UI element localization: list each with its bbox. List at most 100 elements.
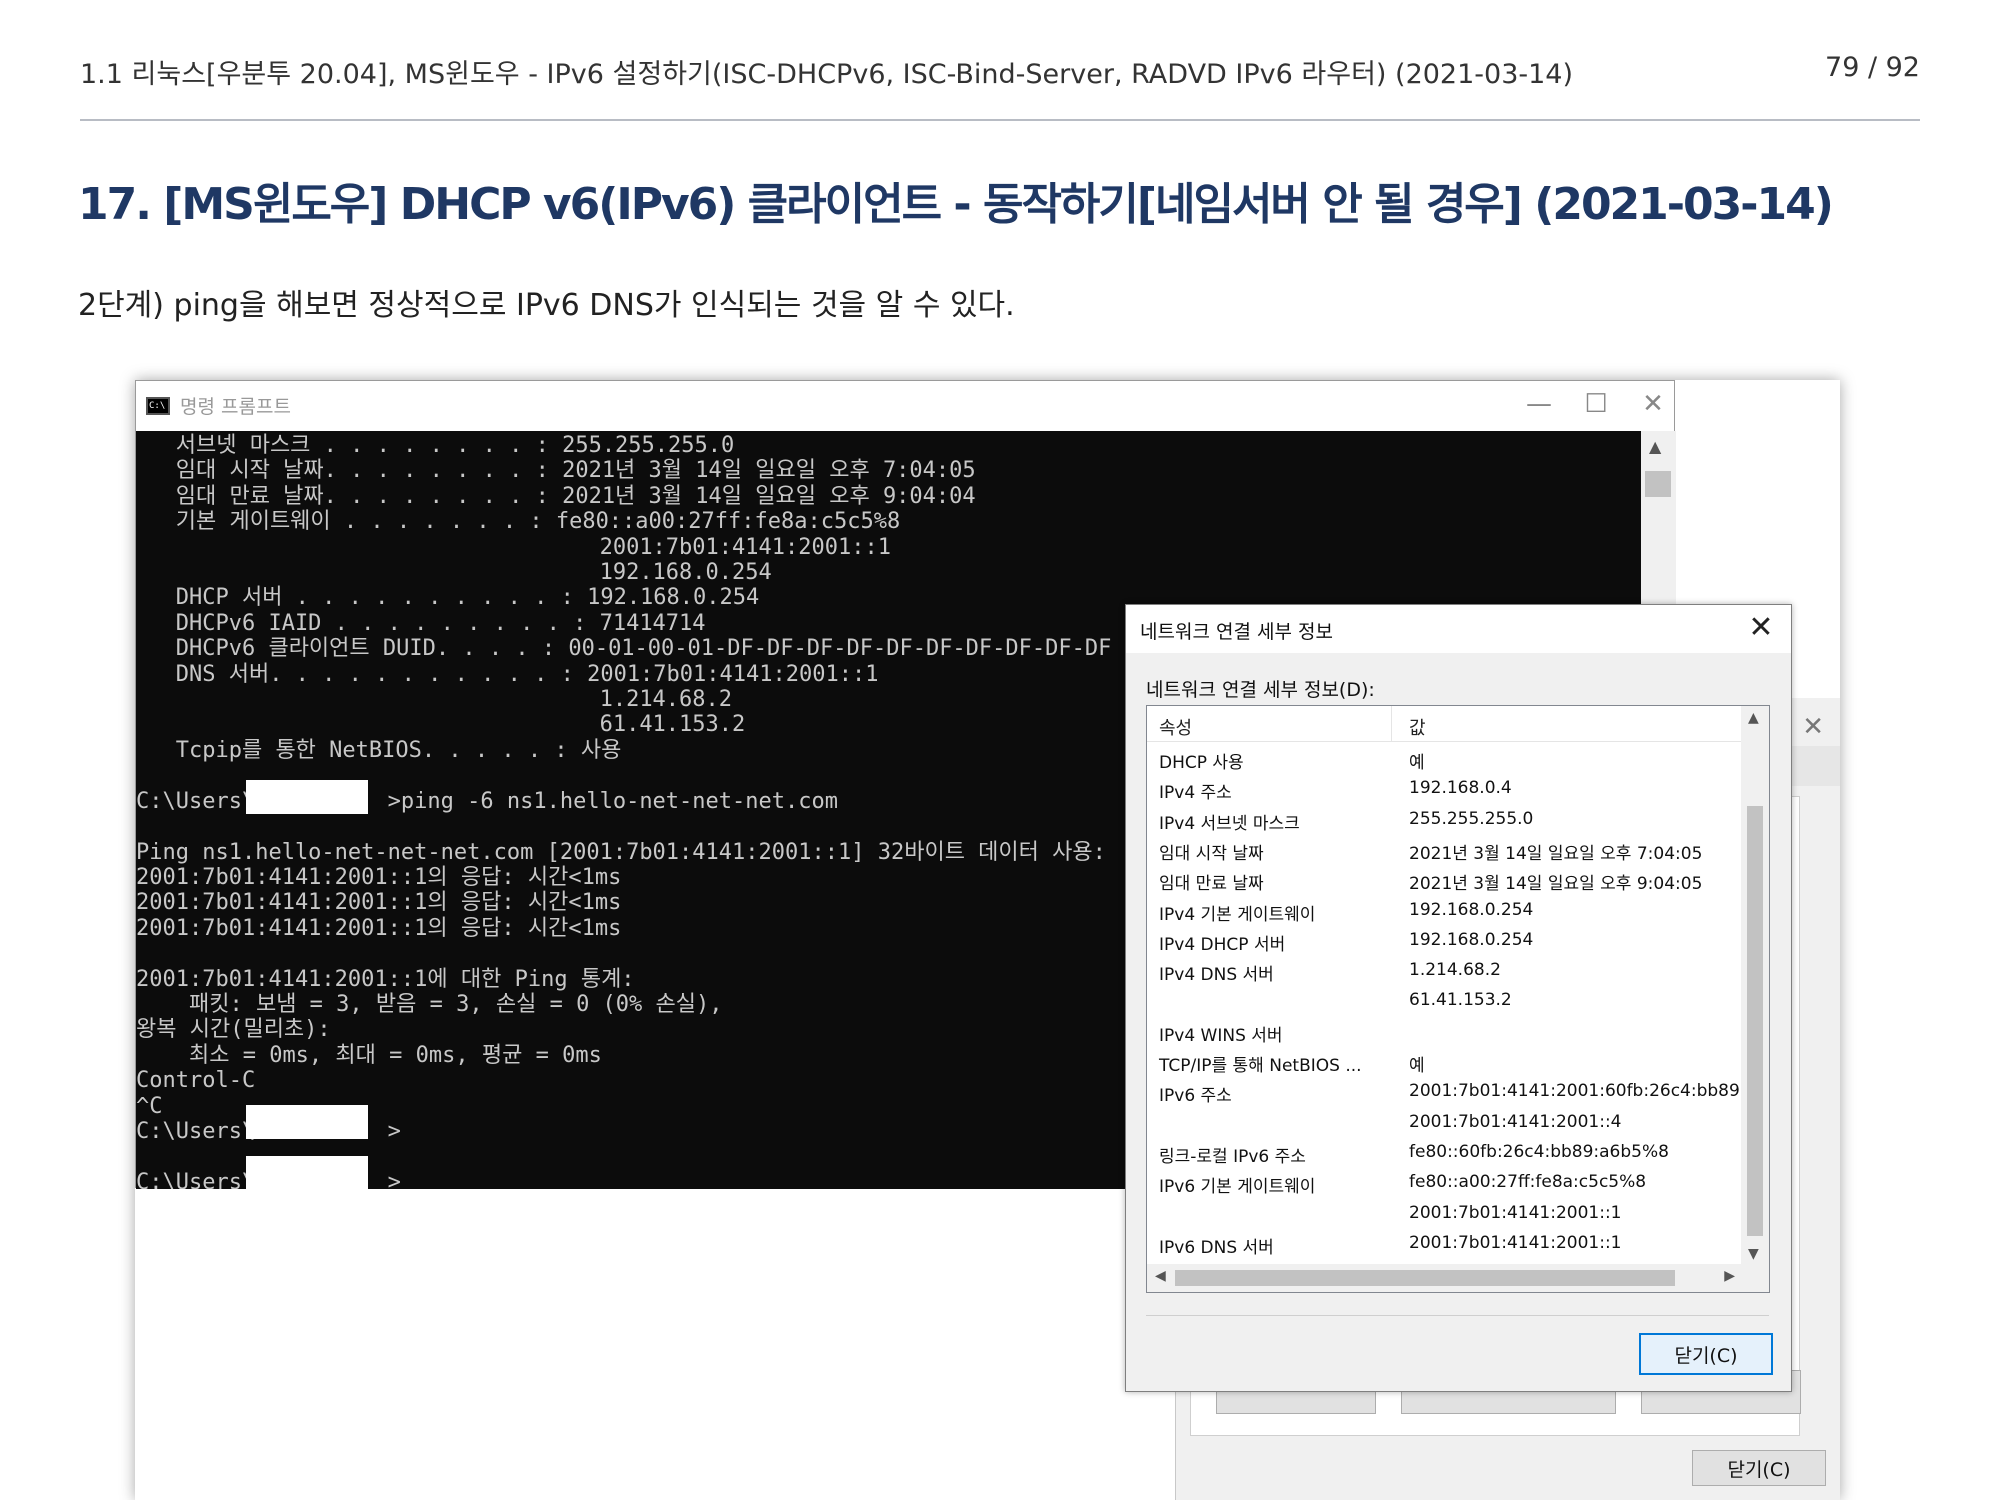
list-item[interactable]: IPv4 WINS 서버 (1147, 1017, 1742, 1047)
property-cell: IPv4 DHCP 서버 (1159, 934, 1286, 955)
console-line: 61.41.153.2 (136, 712, 746, 738)
list-item[interactable]: IPv4 서브넷 마스크 255.255.255.0 (1147, 805, 1742, 835)
vertical-scrollbar[interactable]: ▲ ▼ (1741, 706, 1769, 1266)
value-cell: 2001:7b01:4141:2001::4 (1409, 1111, 1622, 1132)
scroll-right-icon[interactable]: ▶ (1724, 1268, 1735, 1284)
console-line: 임대 만료 날짜. . . . . . . . : 2021년 3월 14일 일… (136, 483, 976, 509)
redacted-username (246, 1105, 368, 1139)
console-line: 패킷: 보냄 = 3, 받음 = 3, 손실 = 0 (0% 손실), (136, 991, 723, 1017)
scroll-thumb[interactable] (1175, 1270, 1675, 1286)
close-button[interactable]: 닫기(C) (1639, 1333, 1773, 1375)
console-line: 2001:7b01:4141:2001::1의 응답: 시간<1ms (136, 864, 622, 890)
close-icon[interactable]: ✕ (1633, 389, 1673, 419)
list-item[interactable]: TCP/IP를 통해 NetBIOS ... 예 (1147, 1047, 1742, 1077)
details-list[interactable]: 속성 값 DHCP 사용 예 IPv4 주소 192.168.0.4 IPv4 서브넷 … (1146, 705, 1770, 1293)
property-cell: IPv4 WINS 서버 (1159, 1025, 1283, 1046)
console-line: 1.214.68.2 (136, 687, 733, 713)
value-cell: 192.168.0.4 (1409, 778, 1512, 799)
network-details-dialog: 네트워크 연결 세부 정보 ✕ 네트워크 연결 세부 정보(D): 속성 값 D… (1125, 604, 1792, 1392)
console-line: 최소 = 0ms, 최대 = 0ms, 평균 = 0ms (136, 1042, 602, 1068)
list-item[interactable]: DHCP 사용 예 (1147, 744, 1742, 774)
details-list-label: 네트워크 연결 세부 정보(D): (1146, 679, 1375, 701)
console-line: 서브넷 마스크 . . . . . . . . : 255.255.255.0 (136, 433, 735, 458)
scroll-up-icon[interactable]: ▲ (1649, 437, 1661, 456)
property-cell: IPv4 서브넷 마스크 (1159, 813, 1300, 834)
property-cell: IPv6 기본 게이트웨이 (1159, 1177, 1316, 1198)
property-cell: 링크-로컬 IPv6 주소 (1159, 1146, 1306, 1167)
redacted-username (246, 780, 368, 814)
list-item[interactable]: 2001:7b01:4141:2001::1 (1147, 1199, 1742, 1229)
running-header: 1.1 리눅스[우분투 20.04], MS윈도우 - IPv6 설정하기(IS… (80, 59, 1574, 90)
screenshot-figure: ✕ 닫기(C) C:\ 명령 프롬프트 — ☐ ✕ 서브넷 마스크 . . . … (135, 380, 1840, 1500)
console-line: 2001:7b01:4141:2001::1 (136, 534, 891, 560)
console-line: Ping ns1.hello-net-net-net.com [2001:7b0… (136, 839, 1106, 865)
value-cell: 255.255.255.0 (1409, 808, 1534, 829)
scroll-left-icon[interactable]: ◀ (1155, 1268, 1166, 1284)
list-item[interactable]: 임대 만료 날짜 2021년 3월 14일 일요일 오후 9:04:05 (1147, 865, 1742, 895)
property-cell: IPv4 DNS 서버 (1159, 965, 1274, 986)
list-item[interactable]: 61.41.153.2 (1147, 986, 1742, 1016)
console-line: 2001:7b01:4141:2001::1의 응답: 시간<1ms (136, 915, 622, 941)
list-item[interactable]: 2001:7b01:4141:2001::4 (1147, 1108, 1742, 1138)
list-item[interactable]: IPv6 기본 게이트웨이 fe80::a00:27ff:fe8a:c5c5%8 (1147, 1168, 1742, 1198)
console-line: Tcpip를 통한 NetBIOS. . . . . : 사용 (136, 737, 622, 763)
value-cell: 1.214.68.2 (1409, 960, 1501, 981)
list-item[interactable]: IPv6 주소 2001:7b01:4141:2001:60fb:26c4:bb8… (1147, 1077, 1746, 1107)
list-item[interactable]: IPv6 DNS 서버 2001:7b01:4141:2001::1 (1147, 1229, 1742, 1259)
background-close-button[interactable]: 닫기(C) (1692, 1450, 1826, 1486)
list-item[interactable]: IPv4 기본 게이트웨이 192.168.0.254 (1147, 896, 1742, 926)
value-cell: 192.168.0.254 (1409, 899, 1534, 920)
close-icon[interactable]: ✕ (1802, 712, 1824, 742)
value-cell: 예 (1409, 1056, 1425, 1076)
property-cell: IPv6 주소 (1159, 1086, 1232, 1107)
cmd-window-title: 명령 프롬프트 (180, 396, 291, 418)
minimize-icon[interactable]: — (1519, 389, 1559, 419)
console-line: 2001:7b01:4141:2001::1에 대한 Ping 통계: (136, 966, 635, 992)
property-cell: TCP/IP를 통해 NetBIOS ... (1159, 1056, 1362, 1076)
scroll-down-icon[interactable]: ▼ (1748, 1246, 1759, 1262)
header-divider (80, 119, 1920, 121)
value-cell: 192.168.0.254 (1409, 929, 1534, 950)
scroll-up-icon[interactable]: ▲ (1748, 710, 1759, 726)
list-item[interactable]: IPv4 주소 192.168.0.4 (1147, 774, 1742, 804)
value-cell: 2001:7b01:4141:2001::1 (1409, 1202, 1622, 1223)
cmd-titlebar[interactable]: C:\ 명령 프롬프트 — ☐ ✕ (136, 381, 1674, 431)
dialog-titlebar[interactable]: 네트워크 연결 세부 정보 ✕ (1126, 605, 1791, 653)
value-cell: fe80::a00:27ff:fe8a:c5c5%8 (1409, 1172, 1647, 1193)
value-cell: 2021년 3월 14일 일요일 오후 9:04:05 (1409, 874, 1703, 895)
horizontal-scrollbar[interactable]: ◀ ▶ (1147, 1264, 1769, 1292)
property-cell: IPv6 DNS 서버 (1159, 1237, 1274, 1258)
value-cell: fe80::60fb:26c4:bb89:a6b5%8 (1409, 1141, 1669, 1162)
value-cell: 2001:7b01:4141:2001::1 (1409, 1232, 1622, 1253)
close-icon[interactable]: ✕ (1743, 610, 1779, 645)
console-line: 임대 시작 날짜. . . . . . . . : 2021년 3월 14일 일… (136, 458, 976, 484)
column-divider[interactable] (1391, 706, 1392, 742)
scroll-thumb[interactable] (1645, 471, 1671, 497)
column-header-value[interactable]: 값 (1409, 714, 1426, 740)
value-cell: 2001:7b01:4141:2001:60fb:26c4:bb89: (1409, 1081, 1746, 1102)
list-item[interactable]: IPv4 DNS 서버 1.214.68.2 (1147, 956, 1742, 986)
console-line: DHCP 서버 . . . . . . . . . . : 192.168.0.… (136, 585, 760, 611)
property-cell: IPv4 주소 (1159, 783, 1232, 804)
property-cell: 임대 시작 날짜 (1159, 843, 1264, 864)
column-header-property[interactable]: 속성 (1159, 714, 1192, 740)
list-header: 속성 값 (1147, 706, 1742, 742)
console-line: 2001:7b01:4141:2001::1의 응답: 시간<1ms (136, 890, 622, 916)
redacted-username (246, 1156, 368, 1189)
console-line: 기본 게이트웨이 . . . . . . . : fe80::a00:27ff:… (136, 509, 901, 535)
page-number: 79 / 92 (1825, 52, 1920, 83)
value-cell: 61.41.153.2 (1409, 990, 1512, 1011)
section-title: 17. [MS윈도우] DHCP v6(IPv6) 클라이언트 - 동작하기[네… (78, 179, 1834, 230)
scroll-thumb[interactable] (1747, 806, 1763, 1236)
console-line: Control-C (136, 1068, 256, 1094)
console-line: DHCPv6 클라이언트 DUID. . . . : 00-01-00-01-D… (136, 636, 1112, 662)
list-item[interactable]: 임대 시작 날짜 2021년 3월 14일 일요일 오후 7:04:05 (1147, 835, 1742, 865)
console-line: 왕복 시간(밀리초): (136, 1017, 331, 1043)
maximize-icon[interactable]: ☐ (1576, 389, 1616, 419)
dialog-title: 네트워크 연결 세부 정보 (1140, 621, 1333, 643)
console-line: ^C (136, 1093, 163, 1119)
list-item[interactable]: IPv4 DHCP 서버 192.168.0.254 (1147, 926, 1742, 956)
cmd-app-icon: C:\ (146, 397, 170, 415)
step-description: 2단계) ping을 해보면 정상적으로 IPv6 DNS가 인식되는 것을 알… (78, 288, 1015, 323)
list-item[interactable]: 링크-로컬 IPv6 주소 fe80::60fb:26c4:bb89:a6b5%8 (1147, 1138, 1742, 1168)
